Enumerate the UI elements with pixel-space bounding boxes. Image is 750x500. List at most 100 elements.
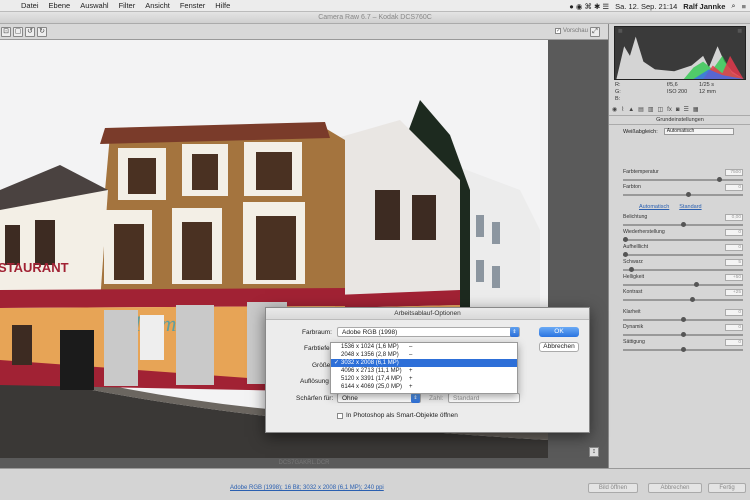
menu-ansicht[interactable]: Ansicht bbox=[140, 1, 175, 10]
camera-tab-icon[interactable]: ◙ bbox=[676, 107, 680, 113]
slider-track[interactable] bbox=[623, 194, 743, 196]
size-option-sign: + bbox=[409, 368, 413, 374]
menu-filter[interactable]: Filter bbox=[114, 1, 141, 10]
menu-hilfe[interactable]: Hilfe bbox=[210, 1, 235, 10]
presets-tab-icon[interactable]: ☰ bbox=[683, 106, 688, 113]
slider-value-field[interactable]: 0,00 bbox=[725, 214, 743, 221]
shutter: 1/25 s bbox=[699, 82, 714, 88]
farbraum-select[interactable]: Adobe RGB (1998) ⇕ bbox=[337, 327, 520, 337]
workflow-options-link[interactable]: Adobe RGB (1998); 16 Bit; 3032 x 2008 (6… bbox=[230, 485, 384, 491]
zahl-label: Zahl: bbox=[429, 395, 444, 402]
window-title: Camera Raw 6.7 – Kodak DCS760C bbox=[0, 12, 750, 24]
zoom-level-icon[interactable]: ↕ bbox=[589, 447, 599, 457]
smart-object-checkbox[interactable]: In Photoshop als Smart-Objekte öffnen bbox=[337, 412, 458, 419]
size-option-sign: + bbox=[409, 376, 413, 382]
clock[interactable]: Sa. 12. Sep. 21:14 bbox=[615, 2, 677, 11]
size-option[interactable]: 5120 x 3391 (17,4 MP) + bbox=[331, 375, 517, 383]
search-icon[interactable]: ⌕ bbox=[731, 1, 735, 11]
status-icons[interactable]: ● ◉ ⌘ ✱ ☰ bbox=[569, 2, 609, 11]
slider-label: Wiederherstellung bbox=[623, 229, 665, 235]
menu-auswahl[interactable]: Auswahl bbox=[75, 1, 113, 10]
ok-button[interactable]: OK bbox=[539, 327, 579, 337]
slider-value-field[interactable]: 0 bbox=[725, 244, 743, 251]
menu-datei[interactable]: Datei bbox=[16, 1, 44, 10]
zahl-select[interactable]: Standard bbox=[448, 393, 520, 403]
slider-knob[interactable] bbox=[689, 297, 695, 302]
rotate-left-icon[interactable]: ↺ bbox=[25, 27, 35, 37]
zoom-tool-icon[interactable]: ⊡ bbox=[1, 27, 11, 37]
slider-value-field[interactable]: 0 bbox=[725, 339, 743, 346]
farbraum-value: Adobe RGB (1998) bbox=[342, 329, 398, 336]
slider-track[interactable] bbox=[623, 239, 743, 241]
fullscreen-icon[interactable]: ⤢ bbox=[590, 27, 600, 37]
aufloesung-label: Auflösung bbox=[300, 378, 329, 385]
size-option[interactable]: 1536 x 1024 (1,6 MP) – bbox=[331, 343, 517, 351]
slider-value-field[interactable]: 0 bbox=[725, 324, 743, 331]
size-option[interactable]: 4096 x 2713 (11,1 MP) + bbox=[331, 367, 517, 375]
detail-tab-icon[interactable]: ▲ bbox=[628, 107, 634, 113]
slider-track[interactable] bbox=[623, 284, 743, 286]
slider-track[interactable] bbox=[623, 269, 743, 271]
size-dropdown-menu: 1536 x 1024 (1,6 MP) –2048 x 1356 (2,8 MP… bbox=[330, 342, 518, 394]
slider-value-field[interactable]: 0 bbox=[725, 184, 743, 191]
slider-knob[interactable] bbox=[623, 252, 628, 257]
slider-knob[interactable] bbox=[628, 267, 634, 272]
default-link[interactable]: Standard bbox=[679, 204, 701, 210]
slider-knob[interactable] bbox=[680, 347, 686, 352]
size-option[interactable]: 6144 x 4069 (25,0 MP) + bbox=[331, 383, 517, 391]
toolbar: ⊡ ▢ ↺ ↻ ✓ Vorschau ⤢ bbox=[0, 24, 608, 40]
slider-row: Kontrast +25 bbox=[623, 289, 743, 305]
slider-value-field[interactable]: +25 bbox=[725, 289, 743, 296]
slider-knob[interactable] bbox=[717, 177, 723, 182]
hsl-tab-icon[interactable]: ▤ bbox=[638, 106, 644, 113]
done-button[interactable]: Fertig bbox=[708, 483, 746, 493]
slider-knob[interactable] bbox=[680, 317, 686, 322]
menu-ebene[interactable]: Ebene bbox=[44, 1, 76, 10]
slider-track[interactable] bbox=[623, 254, 743, 256]
adjustment-panel: R: G: B: f/5,6 ISO 200 1/25 s 12 mm ◉ ⌇ … bbox=[608, 24, 750, 468]
cancel-button[interactable]: Abbrechen bbox=[648, 483, 702, 493]
groesse-label: Größe bbox=[312, 362, 331, 369]
slider-value-field[interactable]: 0 bbox=[725, 309, 743, 316]
slider-row: Helligkeit +50 bbox=[623, 274, 743, 290]
schaerfen-select[interactable]: Ohne ⇕ bbox=[337, 393, 421, 403]
slider-knob[interactable] bbox=[694, 282, 700, 287]
fx-tab-icon[interactable]: fx bbox=[667, 107, 672, 113]
size-option[interactable]: ✓ 3032 x 2008 (6,1 MP) bbox=[331, 359, 517, 367]
slider-track[interactable] bbox=[623, 299, 743, 301]
slider-knob[interactable] bbox=[680, 332, 686, 337]
preview-checkbox-box[interactable]: ✓ bbox=[554, 28, 561, 34]
slider-value-field[interactable]: 5 bbox=[725, 259, 743, 266]
snapshots-tab-icon[interactable]: ▦ bbox=[693, 106, 699, 113]
chevron-updown-icon: ⇕ bbox=[510, 327, 519, 337]
preview-checkbox[interactable]: ✓ Vorschau bbox=[554, 28, 588, 34]
user-name[interactable]: Ralf Jannke bbox=[683, 2, 725, 11]
wb-select[interactable]: Automatisch bbox=[663, 128, 734, 135]
rotate-right-icon[interactable]: ↻ bbox=[37, 27, 47, 37]
curve-tab-icon[interactable]: ⌇ bbox=[621, 106, 624, 113]
slider-knob[interactable] bbox=[623, 237, 628, 242]
size-option-label: 6144 x 4069 (25,0 MP) bbox=[341, 384, 403, 390]
slider-row: Dynamik 0 bbox=[623, 324, 743, 340]
list-icon[interactable]: ≡ bbox=[742, 2, 746, 11]
dialog-cancel-button[interactable]: Abbrechen bbox=[539, 342, 579, 352]
slider-value-field[interactable]: 7500 bbox=[725, 169, 743, 176]
schaerfen-value: Ohne bbox=[342, 395, 358, 402]
slider-knob[interactable] bbox=[686, 192, 692, 197]
slider-value-field[interactable]: 0 bbox=[725, 229, 743, 236]
slider-row: Wiederherstellung 0 bbox=[623, 229, 743, 245]
slider-row: Aufhelllicht 0 bbox=[623, 244, 743, 260]
open-image-button[interactable]: Bild öffnen bbox=[588, 483, 638, 493]
smart-object-box[interactable] bbox=[337, 412, 343, 419]
auto-link[interactable]: Automatisch bbox=[639, 204, 669, 210]
size-option[interactable]: 2048 x 1356 (2,8 MP) – bbox=[331, 351, 517, 359]
menu-fenster[interactable]: Fenster bbox=[175, 1, 210, 10]
split-tab-icon[interactable]: ▥ bbox=[648, 106, 654, 113]
rotate-icon[interactable]: ▢ bbox=[13, 27, 23, 37]
slider-value-field[interactable]: +50 bbox=[725, 274, 743, 281]
basic-tab-icon[interactable]: ◉ bbox=[612, 106, 617, 113]
slider-knob[interactable] bbox=[680, 222, 686, 227]
lens-tab-icon[interactable]: ◫ bbox=[657, 106, 663, 113]
slider-track[interactable] bbox=[623, 179, 743, 181]
size-option-sign: – bbox=[409, 352, 413, 358]
